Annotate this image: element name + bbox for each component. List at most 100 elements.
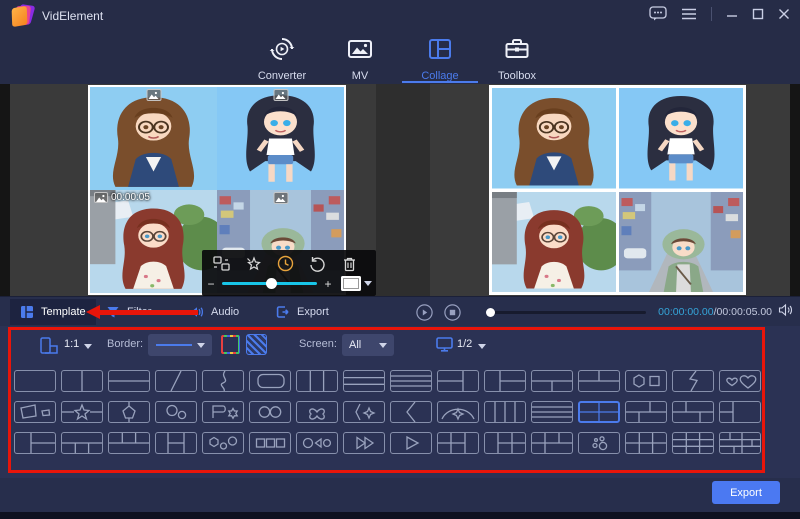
template-tile-lightning-split[interactable] [672,370,714,392]
template-tile-fast-forward[interactable] [343,432,385,454]
template-tile-arch-star[interactable] [437,401,479,423]
template-tile-chevron-split[interactable] [390,401,432,423]
export-button[interactable]: Export [712,481,780,504]
playback-progress-slider[interactable] [486,307,647,317]
template-tile-three-rows[interactable] [343,370,385,392]
template-tile-diagonal[interactable] [155,370,197,392]
aspect-ratio-value[interactable]: 1:1 [64,338,79,350]
border-style-select[interactable] [148,334,212,356]
template-tile-curve-split[interactable] [202,370,244,392]
template-tile-two-columns[interactable] [61,370,103,392]
page-dropdown-icon[interactable] [478,344,486,349]
minimize-icon[interactable] [726,8,738,20]
mv-icon [347,40,373,66]
tab-label: Template [41,306,86,318]
template-tile-four-rows[interactable] [390,370,432,392]
nav-label: MV [351,70,369,82]
swap-icon[interactable] [212,254,231,273]
template-tile-three-columns[interactable] [296,370,338,392]
zoom-in-button[interactable]: + [323,278,333,290]
template-tile-grid-2x3-top[interactable] [531,432,573,454]
nav-item-converter[interactable]: Converter [244,36,320,82]
active-tab-underline [402,81,478,83]
template-tile-top-three-bottom-panel[interactable] [108,432,150,454]
template-tile-top-split-bottom-panel[interactable] [578,370,620,392]
tab-label: Export [297,306,329,318]
template-tile-star-bracket[interactable] [343,401,385,423]
nav-item-collage[interactable]: Collage [402,36,478,82]
screen-select[interactable]: All [342,334,394,356]
template-tile-left-stack-right-panel[interactable] [437,370,479,392]
template-tile-left-panel-right-stack[interactable] [484,370,526,392]
rotate-icon[interactable] [308,254,327,273]
template-tile-hearts[interactable] [719,370,761,392]
cell-toolbar: − + [202,250,376,296]
template-tile-play-split[interactable] [390,432,432,454]
menu-icon[interactable] [681,8,697,20]
template-tile-three-columns-center-split[interactable] [155,432,197,454]
stop-button[interactable] [444,303,461,321]
template-tile-flag-gear[interactable] [202,401,244,423]
nav-item-toolbox[interactable]: Toolbox [479,36,555,82]
volume-icon[interactable] [778,303,794,322]
collage-preview [489,85,746,295]
template-tile-two-circles[interactable] [155,401,197,423]
template-tile-megaphone[interactable] [14,401,56,423]
template-tile-circle-triangle-circle[interactable] [296,432,338,454]
template-tile-hex-circles[interactable] [202,432,244,454]
template-tile-rounded-frame[interactable] [249,370,291,392]
template-tile-top-panel-bottom-three[interactable] [61,432,103,454]
video-tag-icon [94,192,108,203]
nav-item-mv[interactable]: MV [322,36,398,82]
editor-cell-3-selected[interactable]: 00:00:05 [90,190,217,293]
nav-label: Converter [257,70,307,82]
cell-zoom-slider[interactable] [221,278,318,289]
image-tag-icon [273,89,288,101]
template-tile-single[interactable] [14,370,56,392]
border-pattern-button[interactable] [246,334,267,355]
play-button[interactable] [416,303,433,321]
frame-style-picker[interactable] [340,276,372,291]
template-tile-star-banner[interactable] [61,401,103,423]
zoom-slider-knob[interactable] [265,278,277,289]
converter-icon [269,38,295,66]
maximize-icon[interactable] [752,8,764,20]
zoom-out-button[interactable]: − [206,278,216,290]
page-indicator[interactable]: 1/2 [457,338,472,350]
aspect-ratio-dropdown-icon[interactable] [84,344,92,349]
template-tile-two-rows[interactable] [108,370,150,392]
tab-audio[interactable]: Audio [180,299,249,325]
progress-knob[interactable] [486,307,496,317]
template-tile-left-panel-right-rows[interactable] [14,432,56,454]
template-tile-top-panel-bottom-split[interactable] [531,370,573,392]
template-tile-grid-2x3-right[interactable] [484,432,526,454]
template-tile-four-columns[interactable] [484,401,526,423]
template-tile-dots-circles[interactable] [578,432,620,454]
template-tile-double-circles[interactable] [249,401,291,423]
editor-cell-1[interactable] [90,87,217,190]
template-tile-pentagon[interactable] [108,401,150,423]
template-tile-grid-2x3-left[interactable] [437,432,479,454]
template-tile-mosaic-grid[interactable] [719,432,761,454]
editor-cell-2[interactable] [217,87,344,190]
template-tile-four-rows-stripes[interactable] [531,401,573,423]
template-tile-left-column-right-panel[interactable] [719,401,761,423]
tab-template[interactable]: Template [10,299,96,325]
template-tile-grid-2x2-selected[interactable] [578,401,620,423]
audio-icon [190,305,204,319]
template-tile-clover[interactable] [296,401,338,423]
template-tile-hexagon-square[interactable] [625,370,667,392]
template-tile-three-squares[interactable] [249,432,291,454]
duration-icon[interactable] [276,254,295,273]
effects-icon[interactable] [244,254,263,273]
template-tile-grid-3x3[interactable] [672,432,714,454]
tab-filter[interactable]: Filter [96,299,161,325]
feedback-icon[interactable] [649,6,667,21]
border-color-button[interactable] [221,335,240,354]
delete-icon[interactable] [340,254,359,273]
close-icon[interactable] [778,8,790,20]
template-tile-grid-2x2-stagger[interactable] [672,401,714,423]
template-tile-grid-2x3[interactable] [625,432,667,454]
tab-export[interactable]: Export [266,299,339,325]
template-tile-grid-2x2-offset[interactable] [625,401,667,423]
